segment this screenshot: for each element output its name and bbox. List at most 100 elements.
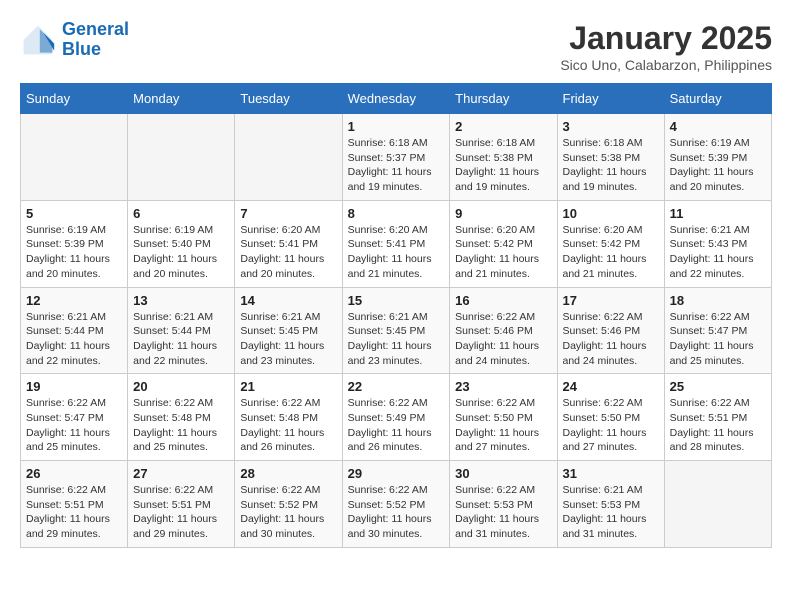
day-info: Sunrise: 6:22 AMSunset: 5:51 PMDaylight:… <box>133 483 229 542</box>
day-info: Sunrise: 6:21 AMSunset: 5:44 PMDaylight:… <box>26 310 122 369</box>
day-info: Sunrise: 6:21 AMSunset: 5:45 PMDaylight:… <box>348 310 445 369</box>
day-number: 18 <box>670 293 766 308</box>
day-number: 26 <box>26 466 122 481</box>
day-info: Sunrise: 6:22 AMSunset: 5:50 PMDaylight:… <box>563 396 659 455</box>
day-number: 21 <box>240 379 336 394</box>
calendar-day-cell: 25 Sunrise: 6:22 AMSunset: 5:51 PMDayligh… <box>664 374 771 461</box>
header-tuesday: Tuesday <box>235 84 342 114</box>
calendar-day-cell: 16 Sunrise: 6:22 AMSunset: 5:46 PMDayligh… <box>450 287 557 374</box>
calendar-day-cell: 12 Sunrise: 6:21 AMSunset: 5:44 PMDayligh… <box>21 287 128 374</box>
day-info: Sunrise: 6:21 AMSunset: 5:45 PMDaylight:… <box>240 310 336 369</box>
calendar-day-cell: 31Sunrise: 6:21 AMSunset: 5:53 PMDayligh… <box>557 461 664 548</box>
day-number: 24 <box>563 379 659 394</box>
day-number: 19 <box>26 379 122 394</box>
header-sunday: Sunday <box>21 84 128 114</box>
day-info: Sunrise: 6:22 AMSunset: 5:51 PMDaylight:… <box>670 396 766 455</box>
day-number: 6 <box>133 206 229 221</box>
calendar-day-cell: 8 Sunrise: 6:20 AMSunset: 5:41 PMDaylight… <box>342 200 450 287</box>
calendar-day-cell: 1Sunrise: 6:18 AMSunset: 5:37 PMDaylight… <box>342 114 450 201</box>
header-wednesday: Wednesday <box>342 84 450 114</box>
calendar-week-row: 5 Sunrise: 6:19 AMSunset: 5:39 PMDaylight… <box>21 200 772 287</box>
calendar-table: Sunday Monday Tuesday Wednesday Thursday… <box>20 83 772 548</box>
day-number: 27 <box>133 466 229 481</box>
day-number: 20 <box>133 379 229 394</box>
day-info: Sunrise: 6:18 AMSunset: 5:38 PMDaylight:… <box>563 136 659 195</box>
calendar-day-cell: 6 Sunrise: 6:19 AMSunset: 5:40 PMDaylight… <box>128 200 235 287</box>
day-info: Sunrise: 6:19 AMSunset: 5:39 PMDaylight:… <box>670 136 766 195</box>
header-thursday: Thursday <box>450 84 557 114</box>
calendar-day-cell <box>21 114 128 201</box>
day-info: Sunrise: 6:22 AMSunset: 5:46 PMDaylight:… <box>455 310 551 369</box>
day-info: Sunrise: 6:22 AMSunset: 5:48 PMDaylight:… <box>240 396 336 455</box>
logo-text: General Blue <box>62 20 129 60</box>
day-number: 31 <box>563 466 659 481</box>
day-info: Sunrise: 6:20 AMSunset: 5:42 PMDaylight:… <box>563 223 659 282</box>
calendar-day-cell: 27 Sunrise: 6:22 AMSunset: 5:51 PMDayligh… <box>128 461 235 548</box>
day-number: 15 <box>348 293 445 308</box>
day-number: 12 <box>26 293 122 308</box>
day-number: 13 <box>133 293 229 308</box>
day-number: 25 <box>670 379 766 394</box>
day-number: 5 <box>26 206 122 221</box>
calendar-day-cell: 26 Sunrise: 6:22 AMSunset: 5:51 PMDayligh… <box>21 461 128 548</box>
day-number: 8 <box>348 206 445 221</box>
day-info: Sunrise: 6:21 AMSunset: 5:44 PMDaylight:… <box>133 310 229 369</box>
calendar-day-cell: 23 Sunrise: 6:22 AMSunset: 5:50 PMDayligh… <box>450 374 557 461</box>
day-number: 16 <box>455 293 551 308</box>
title-block: January 2025 Sico Uno, Calabarzon, Phili… <box>560 20 772 73</box>
day-number: 4 <box>670 119 766 134</box>
day-number: 22 <box>348 379 445 394</box>
day-info: Sunrise: 6:20 AMSunset: 5:41 PMDaylight:… <box>240 223 336 282</box>
day-info: Sunrise: 6:20 AMSunset: 5:41 PMDaylight:… <box>348 223 445 282</box>
calendar-title: January 2025 <box>560 20 772 57</box>
calendar-week-row: 1Sunrise: 6:18 AMSunset: 5:37 PMDaylight… <box>21 114 772 201</box>
day-info: Sunrise: 6:21 AMSunset: 5:43 PMDaylight:… <box>670 223 766 282</box>
calendar-day-cell: 14 Sunrise: 6:21 AMSunset: 5:45 PMDayligh… <box>235 287 342 374</box>
day-info: Sunrise: 6:22 AMSunset: 5:51 PMDaylight:… <box>26 483 122 542</box>
logo-icon <box>20 22 56 58</box>
calendar-day-cell: 22 Sunrise: 6:22 AMSunset: 5:49 PMDayligh… <box>342 374 450 461</box>
calendar-day-cell: 5 Sunrise: 6:19 AMSunset: 5:39 PMDaylight… <box>21 200 128 287</box>
calendar-day-cell: 28 Sunrise: 6:22 AMSunset: 5:52 PMDayligh… <box>235 461 342 548</box>
day-info: Sunrise: 6:22 AMSunset: 5:50 PMDaylight:… <box>455 396 551 455</box>
calendar-day-cell: 2Sunrise: 6:18 AMSunset: 5:38 PMDaylight… <box>450 114 557 201</box>
logo-line2: Blue <box>62 39 101 59</box>
day-number: 14 <box>240 293 336 308</box>
calendar-week-row: 26 Sunrise: 6:22 AMSunset: 5:51 PMDayligh… <box>21 461 772 548</box>
calendar-day-cell: 29Sunrise: 6:22 AMSunset: 5:52 PMDayligh… <box>342 461 450 548</box>
day-info: Sunrise: 6:22 AMSunset: 5:52 PMDaylight:… <box>348 483 445 542</box>
day-info: Sunrise: 6:22 AMSunset: 5:49 PMDaylight:… <box>348 396 445 455</box>
calendar-day-cell: 19Sunrise: 6:22 AMSunset: 5:47 PMDayligh… <box>21 374 128 461</box>
day-info: Sunrise: 6:22 AMSunset: 5:52 PMDaylight:… <box>240 483 336 542</box>
day-info: Sunrise: 6:19 AMSunset: 5:40 PMDaylight:… <box>133 223 229 282</box>
calendar-subtitle: Sico Uno, Calabarzon, Philippines <box>560 57 772 73</box>
day-info: Sunrise: 6:22 AMSunset: 5:48 PMDaylight:… <box>133 396 229 455</box>
calendar-day-cell: 21 Sunrise: 6:22 AMSunset: 5:48 PMDayligh… <box>235 374 342 461</box>
day-number: 17 <box>563 293 659 308</box>
day-number: 9 <box>455 206 551 221</box>
day-info: Sunrise: 6:18 AMSunset: 5:37 PMDaylight:… <box>348 136 445 195</box>
calendar-day-cell: 30Sunrise: 6:22 AMSunset: 5:53 PMDayligh… <box>450 461 557 548</box>
calendar-week-row: 19Sunrise: 6:22 AMSunset: 5:47 PMDayligh… <box>21 374 772 461</box>
day-info: Sunrise: 6:22 AMSunset: 5:46 PMDaylight:… <box>563 310 659 369</box>
calendar-day-cell <box>235 114 342 201</box>
calendar-day-cell: 11Sunrise: 6:21 AMSunset: 5:43 PMDayligh… <box>664 200 771 287</box>
day-info: Sunrise: 6:19 AMSunset: 5:39 PMDaylight:… <box>26 223 122 282</box>
calendar-day-cell: 20 Sunrise: 6:22 AMSunset: 5:48 PMDayligh… <box>128 374 235 461</box>
header-monday: Monday <box>128 84 235 114</box>
header-saturday: Saturday <box>664 84 771 114</box>
calendar-day-cell: 3 Sunrise: 6:18 AMSunset: 5:38 PMDaylight… <box>557 114 664 201</box>
day-info: Sunrise: 6:20 AMSunset: 5:42 PMDaylight:… <box>455 223 551 282</box>
calendar-day-cell: 17 Sunrise: 6:22 AMSunset: 5:46 PMDayligh… <box>557 287 664 374</box>
day-number: 28 <box>240 466 336 481</box>
day-info: Sunrise: 6:22 AMSunset: 5:47 PMDaylight:… <box>670 310 766 369</box>
logo: General Blue <box>20 20 129 60</box>
calendar-day-cell: 7 Sunrise: 6:20 AMSunset: 5:41 PMDaylight… <box>235 200 342 287</box>
header-friday: Friday <box>557 84 664 114</box>
logo-line1: General <box>62 19 129 39</box>
day-number: 3 <box>563 119 659 134</box>
day-number: 7 <box>240 206 336 221</box>
calendar-day-cell: 24 Sunrise: 6:22 AMSunset: 5:50 PMDayligh… <box>557 374 664 461</box>
calendar-day-cell: 13 Sunrise: 6:21 AMSunset: 5:44 PMDayligh… <box>128 287 235 374</box>
day-number: 23 <box>455 379 551 394</box>
